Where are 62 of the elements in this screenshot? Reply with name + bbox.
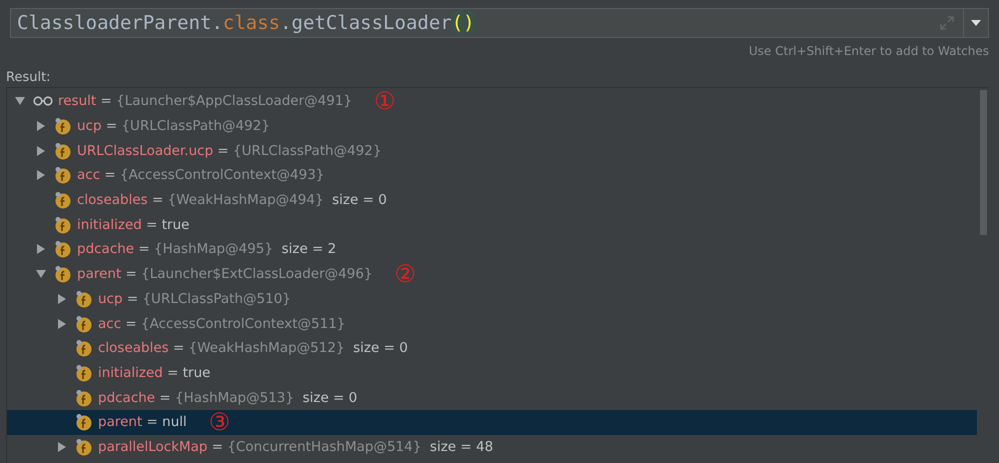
tree-row[interactable]: acc = {AccessControlContext@511} [7,311,977,336]
annotation-number: ③ [208,410,230,434]
variable-entry: result = {Launcher$AppClassLoader@491} [58,93,352,110]
field-icon [54,265,72,284]
field-icon [75,290,93,308]
expand-arrow-icon[interactable] [36,146,46,156]
tree-row[interactable]: acc = {AccessControlContext@493} [7,163,977,188]
hint-text: Use Ctrl+Shift+Enter to add to Watches [748,44,989,60]
field-icon [75,364,93,382]
tree-row[interactable]: parent = {Launcher$ExtClassLoader@496} ② [7,262,977,286]
annotation-number: ② [394,262,416,286]
field-icon [54,240,72,258]
field-icon [54,117,72,136]
variable-entry: acc = {AccessControlContext@511} [98,316,346,332]
variable-entry: closeables = {WeakHashMap@494} size = 0 [77,192,387,208]
field-icon [54,216,72,234]
variable-entry: parent = null [98,414,187,430]
variable-entry: URLClassLoader.ucp = {URLClassPath@492} [77,142,382,159]
field-icon [75,388,93,407]
tree-row[interactable]: result = {Launcher$AppClassLoader@491} ① [7,89,977,114]
field-icon [54,191,72,210]
variable-entry: acc = {AccessControlContext@493} [77,167,324,184]
glasses-icon [33,96,53,106]
expression-field[interactable]: ClassloaderParent.class.getClassLoader() [10,8,963,38]
expand-arrow-icon[interactable] [36,170,46,180]
field-icon [75,314,93,333]
variable-entry: pdcache = {HashMap@513} size = 0 [98,390,358,406]
variable-entry: ucp = {URLClassPath@492} [77,118,270,134]
variable-entry: parallelLockMap = {ConcurrentHashMap@514} size = 48 [98,438,494,455]
expand-arrow-icon[interactable] [36,121,46,132]
field-icon [75,438,93,456]
tree-row[interactable]: closeables = {WeakHashMap@512} size = 0 [7,336,977,361]
expand-arrow-icon[interactable] [57,294,67,304]
field-icon [75,339,93,358]
expand-arrow-icon[interactable] [57,318,67,329]
tree-row[interactable]: initialized = true [7,212,977,238]
tree-row[interactable]: initialized = true [7,360,977,386]
collapse-arrow-icon[interactable] [15,96,25,106]
field-icon [54,142,72,160]
history-dropdown-button[interactable] [963,8,989,38]
variable-entry: ucp = {URLClassPath@510} [98,290,291,307]
tree-row[interactable]: ucp = {URLClassPath@492} [7,114,977,138]
collapse-arrow-icon[interactable] [36,269,46,280]
expand-arrow-icon[interactable] [36,244,46,254]
tree-row[interactable]: pdcache = {HashMap@513} size = 0 [7,385,977,410]
variable-entry: pdcache = {HashMap@495} size = 2 [77,241,336,258]
field-icon [54,166,72,184]
variable-entry: initialized = true [77,216,190,233]
tree-row[interactable]: pdcache = {HashMap@495} size = 2 [7,237,977,262]
variable-entry: closeables = {WeakHashMap@512} size = 0 [98,340,408,356]
tree-row[interactable]: parent = null ③ [7,410,977,435]
tree-row[interactable]: parallelLockMap = {ConcurrentHashMap@514} size = 48 [7,434,977,460]
variable-entry: initialized = true [98,364,210,381]
annotation-number: ① [374,89,396,114]
caret-icon [971,20,981,26]
tree-row[interactable]: ucp = {URLClassPath@510} [7,286,977,312]
tree-row[interactable]: closeables = {WeakHashMap@494} size = 0 [7,188,977,212]
variable-entry: parent = {Launcher$ExtClassLoader@496} [77,266,373,282]
tree-row[interactable]: URLClassLoader.ucp = {URLClassPath@492} [7,138,977,164]
expand-arrow-icon[interactable] [57,442,67,452]
field-icon [75,413,93,432]
result-label: Result: [6,70,51,85]
